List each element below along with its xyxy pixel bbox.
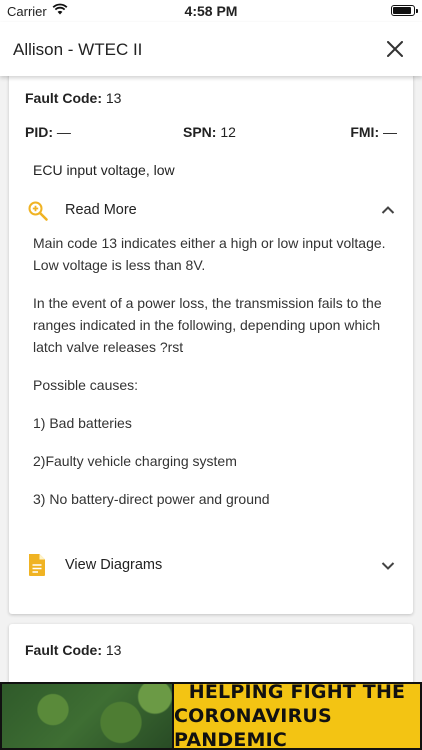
body-paragraph: 2)Faulty vehicle charging system — [33, 453, 237, 469]
page-title: Allison - WTEC II — [13, 40, 143, 59]
read-more-content: Main code 13 indicates either a high or … — [33, 232, 395, 526]
chevron-up-icon — [381, 202, 395, 220]
fault-card[interactable]: Fault Code: 13 — [9, 624, 413, 682]
view-diagrams-label: View Diagrams — [65, 557, 163, 573]
ad-line: HELPING FIGHT THE — [188, 681, 406, 703]
fault-card: Fault Code: 13 PID: — SPN: 12 FMI: — ECU… — [9, 76, 413, 614]
spn-field: SPN: 12 — [183, 124, 236, 140]
close-button[interactable] — [382, 36, 408, 62]
fault-code-label: Fault Code: — [25, 642, 102, 658]
fault-description: ECU input voltage, low — [33, 162, 175, 178]
fault-code-label: Fault Code: — [25, 90, 102, 106]
status-bar: Carrier 4:58 PM — [0, 0, 422, 22]
fault-list[interactable]: Fault Code: 13 PID: — SPN: 12 FMI: — ECU… — [0, 76, 422, 682]
battery-icon — [391, 5, 418, 16]
pid-value: — — [56, 124, 71, 140]
view-diagrams-toggle[interactable]: View Diagrams — [9, 550, 413, 580]
spn-value: 12 — [220, 124, 236, 140]
fault-code-line: Fault Code: 13 — [25, 90, 121, 106]
body-paragraph: Possible causes: — [33, 377, 139, 393]
ad-text: HELPING FIGHT THE CORONAVIRUS PANDEMIC — [174, 681, 420, 750]
body-paragraph: In the event of a power loss, the transm… — [33, 295, 382, 355]
chevron-down-icon — [381, 558, 395, 576]
app-bar: Allison - WTEC II — [0, 22, 422, 76]
ad-banner[interactable]: HELPING FIGHT THE CORONAVIRUS PANDEMIC — [0, 681, 422, 750]
fault-code-line: Fault Code: 13 — [25, 642, 121, 658]
read-more-label: Read More — [65, 202, 137, 218]
body-paragraph: Main code 13 indicates either a high or … — [33, 235, 386, 273]
zoom-in-icon — [27, 200, 49, 227]
body-paragraph: 1) Bad batteries — [33, 415, 132, 431]
code-row: PID: — SPN: 12 FMI: — — [25, 124, 397, 144]
close-icon — [387, 41, 403, 57]
pid-field: PID: — — [25, 124, 71, 140]
coronavirus-image — [2, 684, 172, 748]
document-icon — [27, 553, 47, 582]
fault-code-value: 13 — [105, 642, 122, 658]
ad-line: CORONAVIRUS PANDEMIC — [174, 705, 332, 750]
body-paragraph: 3) No battery-direct power and ground — [33, 491, 270, 507]
fault-code-value: 13 — [105, 90, 122, 106]
clock: 4:58 PM — [184, 3, 238, 19]
read-more-toggle[interactable]: Read More — [9, 196, 413, 224]
fmi-value: — — [383, 124, 397, 140]
fmi-field: FMI: — — [350, 124, 397, 140]
